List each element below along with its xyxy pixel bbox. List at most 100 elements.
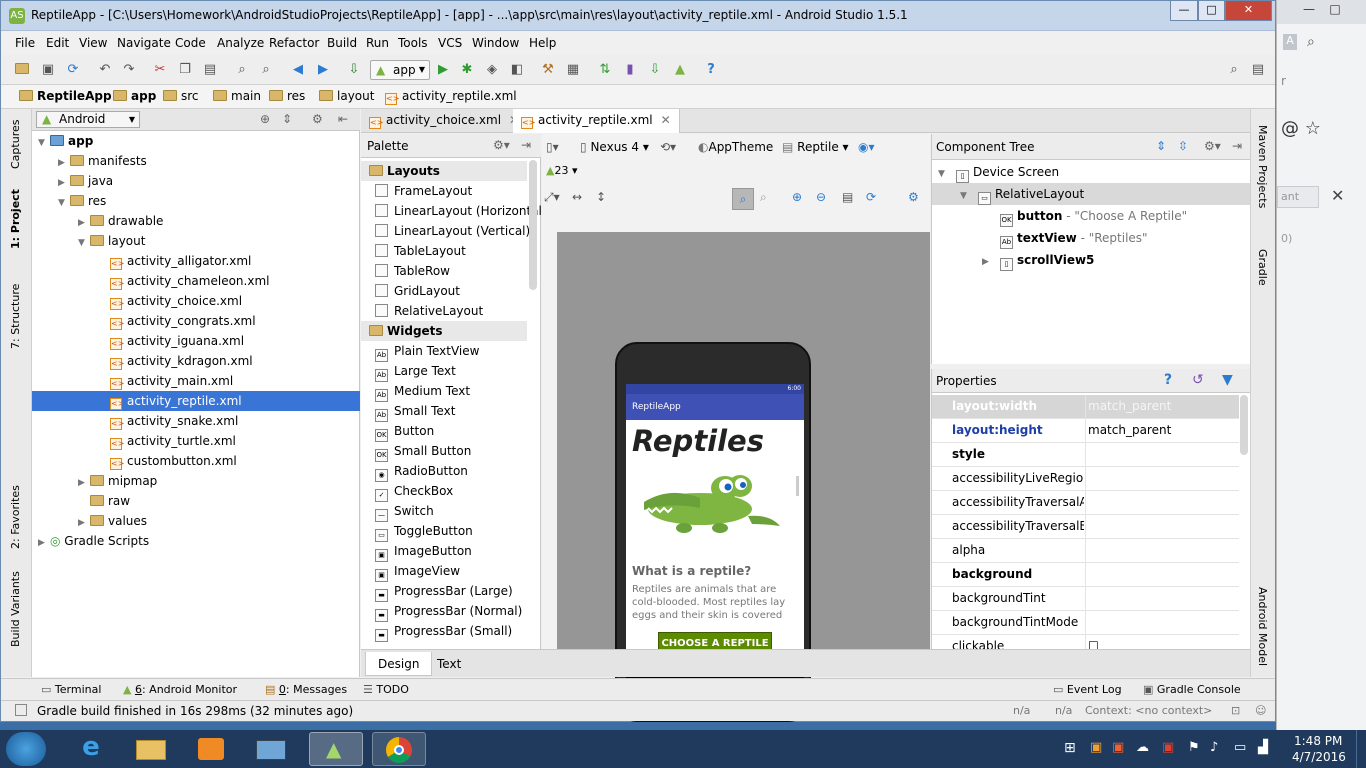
search-icon[interactable]: ⌕ [1307,34,1315,50]
breadcrumb-item[interactable]: main [213,89,261,103]
alligator-image[interactable] [640,464,790,544]
power-icon[interactable]: ▭ [1234,740,1246,755]
collapse-all-icon[interactable]: ⇕ [282,112,292,126]
orientation-icon[interactable]: ⟲▾ [660,140,676,154]
tree-item[interactable]: <> activity_congrats.xml [32,311,360,331]
tree-item[interactable]: <> activity_chameleon.xml [32,271,360,291]
property-row[interactable]: style [932,443,1239,467]
back-icon[interactable]: ◀ [289,61,307,79]
property-row[interactable]: backgroundTintMode [932,611,1239,635]
tree-item[interactable]: <> activity_choice.xml [32,291,360,311]
captures-tab[interactable]: Captures [9,120,22,169]
menu-refactor[interactable]: Refactor [269,36,319,50]
api-level-select[interactable]: ▲23 ▾ [546,164,578,177]
breadcrumb-item[interactable]: res [269,89,305,103]
undo-icon[interactable]: ↶ [96,61,114,79]
show-desktop-button[interactable] [1356,730,1366,768]
clock-date[interactable]: 4/7/2016 [1292,750,1346,764]
tray-app3-icon[interactable]: ▣ [1162,740,1174,755]
tree-item[interactable]: ▶ mipmap [32,471,360,491]
paste-icon[interactable]: ▤ [201,61,219,79]
open-folder-icon[interactable] [13,61,31,79]
preview-heading[interactable]: Reptiles [632,424,764,458]
chrome-taskbar-icon[interactable] [372,732,426,766]
design-config-icon[interactable]: ▯▾ [546,140,559,154]
palette-item[interactable]: ✓ CheckBox [361,481,527,502]
menu-run[interactable]: Run [366,36,389,50]
structure-tab[interactable]: 7: Structure [9,284,22,349]
close-button[interactable]: ✕ [1225,1,1272,21]
gear-icon[interactable]: ⚙ [312,112,323,126]
chevron-down-icon[interactable]: ▼ [58,193,70,213]
tray-app2-icon[interactable]: ▣ [1112,740,1124,755]
gradle-console-tab[interactable]: ▣ Gradle Console [1143,683,1241,696]
property-row[interactable]: backgroundTint [932,587,1239,611]
palette-item[interactable]: LinearLayout (Horizontal) [361,201,547,221]
menu-view[interactable]: View [79,36,107,50]
expand-all-icon[interactable]: ⇕ [1156,139,1166,153]
zoom-in-icon[interactable]: ⊕ [792,190,802,204]
gradle-sync-icon[interactable]: ⇅ [596,61,614,79]
breadcrumb-item[interactable]: src [163,89,199,103]
chevron-right-icon[interactable]: ▶ [78,473,90,493]
chevron-right-icon[interactable]: ▶ [58,153,70,173]
gear-icon[interactable]: ⚙▾ [1204,139,1221,153]
tab-text[interactable]: Text [425,652,473,676]
coverage-icon[interactable]: ◈ [483,61,501,79]
palette-item[interactable]: GridLayout [361,281,527,301]
internet-explorer-icon[interactable]: e [64,732,118,766]
android-device-monitor-icon[interactable]: ▲ [671,61,689,79]
replace-icon[interactable]: ⌕ [257,61,275,79]
screenshot-icon[interactable]: ▤ [842,190,853,204]
tree-item[interactable]: <> activity_reptile.xml [32,391,360,411]
gear-icon[interactable]: ⚙▾ [493,138,510,152]
redo-icon[interactable]: ↷ [120,61,138,79]
palette-item[interactable]: ▬ ProgressBar (Large) [361,581,527,602]
todo-tab[interactable]: ☰ TODO [363,683,409,696]
breadcrumb-item[interactable]: layout [319,89,374,103]
tree-item[interactable]: ▼ layout [32,231,360,251]
property-value[interactable] [1085,515,1237,538]
refresh-icon[interactable]: ⟳ [866,190,876,204]
browser-suggest-chip[interactable]: ant [1277,186,1319,208]
network-icon[interactable]: ▟ [1258,740,1268,755]
help-icon[interactable]: ? [702,61,720,79]
palette-item[interactable]: ▭ ToggleButton [361,521,527,542]
collapse-all-icon[interactable]: ⇳ [1178,139,1188,153]
avd-manager-icon[interactable]: ▮ [621,61,639,79]
preview-subheading[interactable]: What is a reptile? [632,564,751,578]
tree-item[interactable]: ▼ app [32,131,360,151]
activity-select[interactable]: ▤ Reptile ▾ [782,140,849,154]
sdk-download-icon[interactable]: ⇩ [646,61,664,79]
messages-tab[interactable]: ▤ 0: Messages [265,683,347,696]
palette-item[interactable]: ◉ RadioButton [361,461,527,482]
maximize-button[interactable]: □ [1198,1,1225,21]
tree-item[interactable]: <> activity_snake.xml [32,411,360,431]
start-button[interactable] [6,732,46,766]
scroll-from-source-icon[interactable]: ⊕ [260,112,270,126]
sdk-manager-icon[interactable]: ▦ [564,61,582,79]
favorites-tab[interactable]: 2: Favorites [9,485,22,549]
tree-item[interactable]: <> activity_kdragon.xml [32,351,360,371]
cut-icon[interactable]: ✂ [151,61,169,79]
breadcrumb-item[interactable]: ReptileApp [19,89,112,103]
palette-group[interactable]: Widgets [361,321,527,341]
lock-icon[interactable]: ⊡ [1231,704,1240,717]
component-tree-item[interactable]: ▼ ▯ Device Screen [932,161,1251,183]
filter-icon[interactable]: ▼ [1222,372,1233,388]
properties-scrollbar[interactable] [1240,395,1248,455]
zoom-out-icon[interactable]: ⊖ [816,190,826,204]
browser-maximize-button[interactable]: □ [1325,2,1345,18]
property-value[interactable] [1085,443,1237,466]
menu-code[interactable]: Code [175,36,206,50]
run-icon[interactable]: ▶ [434,61,452,79]
property-value[interactable] [1085,491,1237,514]
tab-activity-reptile[interactable]: <> activity_reptile.xml ✕ [513,109,680,133]
windows-tray-icon[interactable]: ⊞ [1064,740,1076,756]
chevron-right-icon[interactable]: ▶ [982,251,994,273]
zoom-to-fit-icon[interactable]: ⌕ [732,188,754,210]
vertical-resize-icon[interactable]: ↕ [596,190,606,204]
hide-panel-icon[interactable]: ⇥ [1232,139,1242,153]
component-tree-item[interactable]: Ab textView - "Reptiles" [932,227,1251,249]
property-value[interactable] [1085,563,1237,586]
